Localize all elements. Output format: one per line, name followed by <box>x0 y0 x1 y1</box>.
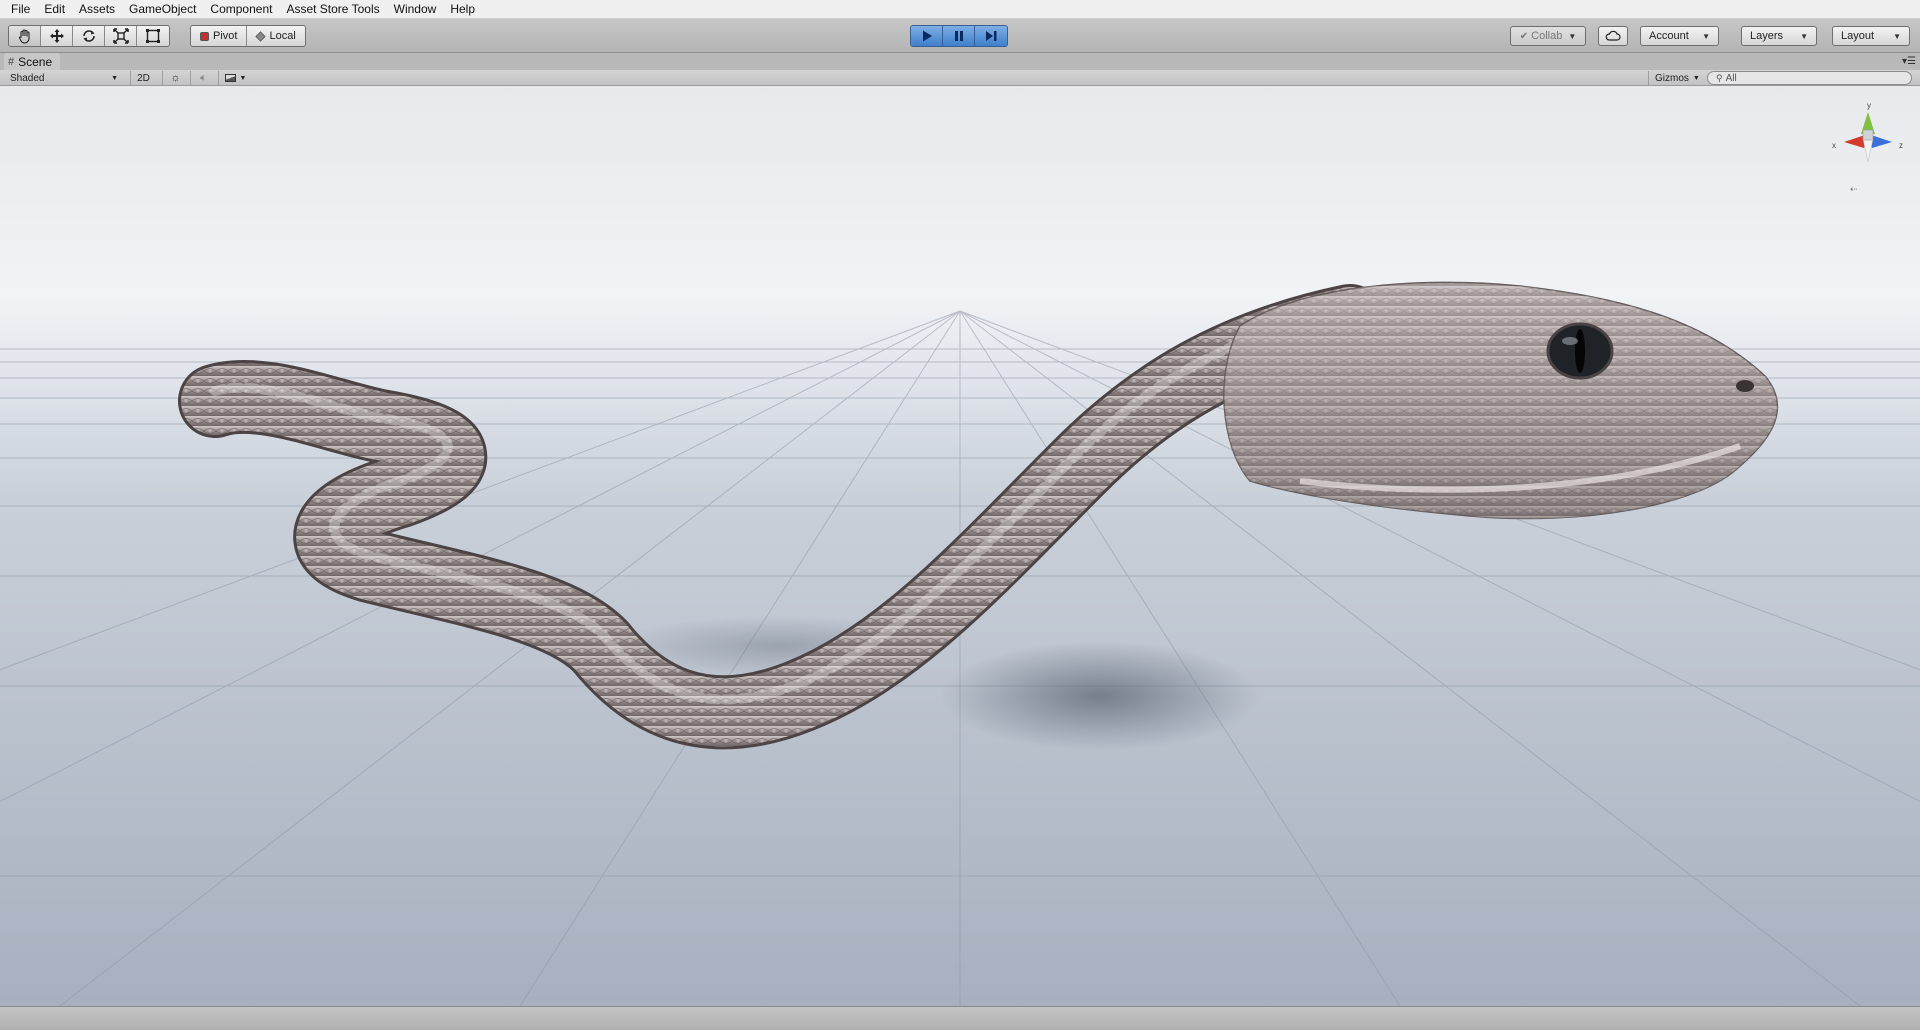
layout-label: Layout <box>1841 30 1875 42</box>
cloud-button[interactable] <box>1598 26 1628 46</box>
account-dropdown[interactable]: Account ▼ <box>1640 26 1719 46</box>
step-icon <box>986 31 997 41</box>
panel-menu-icon[interactable]: ▾☰ <box>1902 56 1916 67</box>
rect-icon <box>146 29 160 43</box>
scene-viewport[interactable]: y x z ⇠ <box>0 86 1920 1006</box>
lighting-toggle-button[interactable]: ☼ <box>162 71 188 85</box>
search-placeholder: All <box>1725 72 1737 84</box>
dropdown-arrow-icon: ▼ <box>1568 31 1577 41</box>
menu-window[interactable]: Window <box>387 0 444 19</box>
status-bar <box>0 1006 1920 1030</box>
dropdown-arrow-icon: ▼ <box>1692 74 1700 82</box>
svg-text:y: y <box>1867 101 1871 110</box>
layers-dropdown[interactable]: Layers ▼ <box>1741 26 1817 46</box>
shading-mode-dropdown[interactable]: Shaded ▼ <box>4 71 124 85</box>
search-icon: ⚲ <box>1716 72 1723 83</box>
svg-text:z: z <box>1899 141 1903 150</box>
dropdown-arrow-icon: ▼ <box>1702 31 1710 41</box>
gizmos-label: Gizmos <box>1655 72 1689 84</box>
image-icon <box>224 74 236 82</box>
collab-label: Collab <box>1531 30 1563 42</box>
menu-help[interactable]: Help <box>443 0 482 19</box>
scale-icon <box>112 28 129 44</box>
snake-shadow <box>940 641 1260 751</box>
dropdown-arrow-icon: ▼ <box>1800 31 1808 41</box>
sun-icon: ☼ <box>170 72 181 84</box>
menu-component[interactable]: Component <box>203 0 279 19</box>
menu-bar: File Edit Assets GameObject Component As… <box>0 0 1920 19</box>
menu-edit[interactable]: Edit <box>37 0 72 19</box>
scene-render: y x z ⇠ <box>0 86 1920 1006</box>
rect-tool-button[interactable] <box>137 26 169 46</box>
svg-text:x: x <box>1832 141 1836 150</box>
pause-icon <box>954 31 963 41</box>
play-icon <box>922 30 932 42</box>
account-label: Account <box>1649 30 1689 42</box>
audio-toggle-button[interactable]: 🔈︎ <box>190 71 216 85</box>
speaker-icon: 🔈︎ <box>200 71 207 84</box>
local-icon <box>255 30 267 42</box>
hand-tool-button[interactable] <box>9 26 41 46</box>
grid-icon: # <box>8 55 15 68</box>
menu-gameobject[interactable]: GameObject <box>122 0 203 19</box>
pivot-icon <box>200 31 209 41</box>
tab-scene[interactable]: # Scene <box>4 53 61 70</box>
collab-button[interactable]: ✔ Collab ▼ <box>1510 26 1586 46</box>
hand-icon <box>18 29 30 44</box>
gizmos-dropdown[interactable]: Gizmos ▼ <box>1648 71 1702 85</box>
2d-toggle-button[interactable]: 2D <box>130 71 156 85</box>
step-button[interactable] <box>975 26 1007 46</box>
play-button[interactable] <box>911 26 943 46</box>
rotate-icon <box>82 30 95 42</box>
check-icon: ✔ <box>1519 30 1529 42</box>
scene-tab-bar: # Scene ▾☰ <box>0 53 1920 70</box>
move-tool-button[interactable] <box>41 26 73 46</box>
transform-tools <box>8 25 170 47</box>
dropdown-arrow-icon: ▼ <box>1893 31 1901 41</box>
scene-search-input[interactable]: ⚲ All <box>1707 71 1912 85</box>
cloud-icon <box>1605 30 1621 41</box>
menu-file[interactable]: File <box>4 0 37 19</box>
main-toolbar: Pivot Local ✔ Collab ▼ Account ▼ Layers … <box>0 19 1920 53</box>
pivot-local-toggle: Pivot Local <box>190 25 306 47</box>
effects-dropdown[interactable]: ▼ <box>218 71 252 85</box>
svg-text:⇠: ⇠ <box>1850 184 1858 194</box>
local-label: Local <box>269 30 296 42</box>
move-icon <box>49 29 64 43</box>
layers-label: Layers <box>1750 30 1784 42</box>
layout-dropdown[interactable]: Layout ▼ <box>1832 26 1910 46</box>
playback-controls <box>910 25 1008 47</box>
menu-asset-store-tools[interactable]: Asset Store Tools <box>279 0 386 19</box>
dropdown-arrow-icon: ▼ <box>111 74 118 82</box>
scene-tab-label: Scene <box>18 54 53 69</box>
scale-tool-button[interactable] <box>105 26 137 46</box>
2d-label: 2D <box>137 72 150 84</box>
pause-button[interactable] <box>943 26 975 46</box>
pivot-label: Pivot <box>213 30 238 42</box>
shading-mode-label: Shaded <box>10 72 45 84</box>
menu-assets[interactable]: Assets <box>72 0 122 19</box>
dropdown-arrow-icon: ▼ <box>239 74 247 82</box>
scene-toolbar: Shaded ▼ 2D ☼ 🔈︎ ▼ Gizmos ▼ ⚲ All <box>0 70 1920 86</box>
pivot-button[interactable]: Pivot <box>191 26 248 46</box>
local-button[interactable]: Local <box>247 26 305 46</box>
rotate-tool-button[interactable] <box>73 26 105 46</box>
